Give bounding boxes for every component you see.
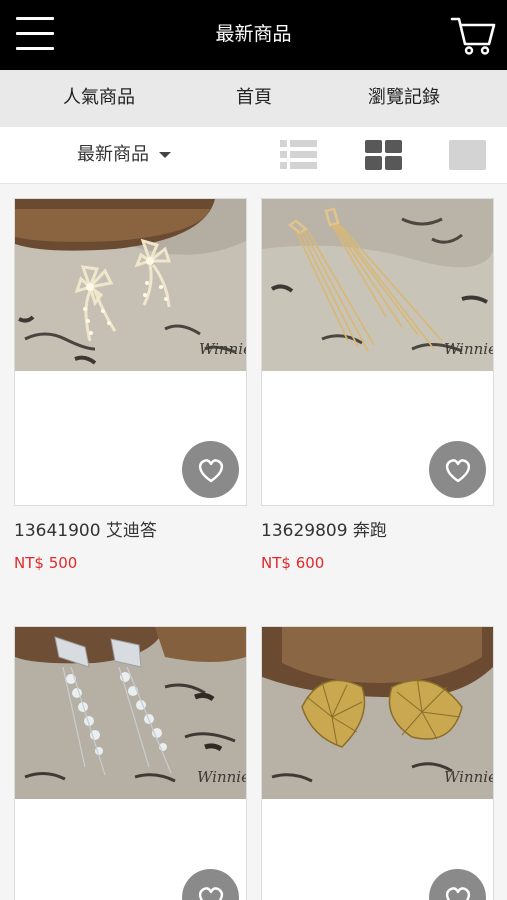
list-view-icon[interactable] [280, 140, 317, 174]
nav-item-popular[interactable]: 人氣商品 [63, 86, 135, 110]
single-view-icon[interactable] [449, 140, 486, 174]
product-card[interactable]: Winnie 13641900 艾迪答 NT$ 500 [14, 198, 247, 572]
sort-dropdown[interactable]: 最新商品 [77, 142, 171, 168]
product-price: NT$ 500 [14, 554, 78, 572]
nav-item-home[interactable]: 首頁 [236, 86, 272, 110]
product-image[interactable]: Winnie [262, 199, 493, 371]
favorite-heart-button[interactable] [429, 869, 486, 900]
heart-icon [445, 886, 470, 900]
heart-icon [445, 458, 470, 482]
filter-bar: 最新商品 [0, 127, 507, 184]
grid-view-icon[interactable] [365, 140, 402, 174]
product-image[interactable]: Winnie [262, 627, 493, 799]
watermark-text: Winnie [444, 768, 493, 786]
heart-icon [198, 458, 223, 482]
page-title: 最新商品 [215, 23, 292, 45]
watermark-text: Winnie [199, 340, 246, 358]
sort-dropdown-label: 最新商品 [77, 144, 149, 165]
product-grid: Winnie 13641900 艾迪答 NT$ 500 [0, 183, 507, 900]
product-card-frame: Winnie [14, 626, 247, 900]
product-image[interactable]: Winnie [15, 199, 246, 371]
watermark-text: Winnie [444, 340, 493, 358]
cart-icon[interactable] [450, 14, 496, 56]
caret-down-icon [159, 152, 171, 158]
product-name[interactable]: 13629809 奔跑 [261, 520, 387, 542]
product-price: NT$ 600 [261, 554, 325, 572]
product-name[interactable]: 13641900 艾迪答 [14, 520, 157, 542]
product-card-frame: Winnie [261, 626, 494, 900]
product-card-frame: Winnie [261, 198, 494, 506]
product-card[interactable]: Winnie [14, 626, 247, 900]
product-image[interactable]: Winnie [15, 627, 246, 799]
favorite-heart-button[interactable] [182, 441, 239, 498]
heart-icon [198, 886, 223, 900]
product-card[interactable]: Winnie 13629809 奔跑 NT$ 600 [261, 198, 494, 572]
nav-item-history[interactable]: 瀏覽記錄 [368, 86, 440, 110]
favorite-heart-button[interactable] [429, 441, 486, 498]
favorite-heart-button[interactable] [182, 869, 239, 900]
category-nav: 人氣商品 首頁 瀏覽記錄 [0, 70, 507, 127]
watermark-text: Winnie [197, 768, 246, 786]
top-app-bar: 最新商品 [0, 0, 507, 70]
product-card-frame: Winnie [14, 198, 247, 506]
product-card[interactable]: Winnie [261, 626, 494, 900]
